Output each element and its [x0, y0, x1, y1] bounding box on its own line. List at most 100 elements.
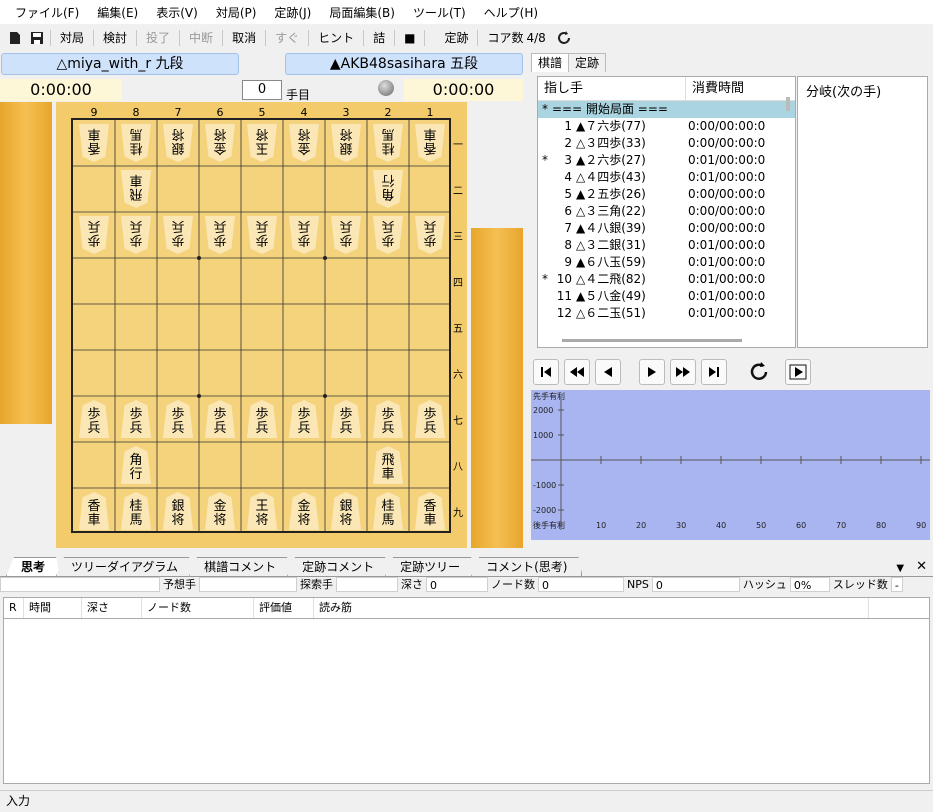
gote-piece[interactable]: 銀将	[331, 124, 361, 162]
thinking-table-body[interactable]	[3, 619, 930, 784]
refresh-icon[interactable]	[555, 29, 573, 47]
kento-button[interactable]: 検討	[96, 29, 134, 46]
sente-piece-stand[interactable]	[471, 228, 523, 548]
sente-piece[interactable]: 歩兵	[121, 400, 151, 438]
gote-piece[interactable]: 角行	[373, 170, 403, 208]
col-pv[interactable]: 読み筋	[314, 598, 869, 618]
sente-piece[interactable]: 金将	[289, 492, 319, 530]
sente-piece[interactable]: 歩兵	[331, 400, 361, 438]
kifu-row[interactable]: * 3 ▲２六歩(27) 0:01/00:00:0	[538, 152, 795, 169]
gote-piece[interactable]: 歩兵	[247, 216, 277, 254]
sente-piece[interactable]: 歩兵	[79, 400, 109, 438]
gote-piece-stand[interactable]	[0, 102, 52, 424]
kifu-header-move[interactable]: 指し手	[538, 77, 686, 100]
col-rank[interactable]: R	[4, 598, 24, 618]
tab-joseki-comment[interactable]: 定跡コメント	[287, 557, 389, 576]
mate-button[interactable]: 詰	[366, 29, 392, 46]
menu-board-edit[interactable]: 局面編集(B)	[320, 4, 404, 21]
gote-piece[interactable]: 玉将	[247, 124, 277, 162]
tab-kifu-comment[interactable]: 棋譜コメント	[189, 557, 291, 576]
gote-piece[interactable]: 歩兵	[205, 216, 235, 254]
joseki-button[interactable]: 定跡	[437, 29, 475, 46]
gote-piece[interactable]: 金将	[289, 124, 319, 162]
new-file-icon[interactable]	[6, 29, 24, 47]
sente-piece[interactable]: 桂馬	[121, 492, 151, 530]
tab-kifu[interactable]: 棋譜	[531, 53, 570, 72]
tab-comment-thinking[interactable]: コメント(思考)	[471, 557, 582, 576]
kifu-row[interactable]: * 10 △４二飛(82) 0:01/00:00:0	[538, 271, 795, 288]
tab-tree-diagram[interactable]: ツリーダイアグラム	[56, 557, 193, 576]
gote-piece[interactable]: 香車	[415, 124, 445, 162]
dropdown-icon[interactable]: ▼	[890, 563, 910, 576]
back-one-button[interactable]	[595, 359, 621, 385]
resign-button[interactable]: 投了	[139, 29, 177, 46]
sente-piece[interactable]: 王将	[247, 492, 277, 530]
sente-piece[interactable]: 香車	[415, 492, 445, 530]
sente-piece[interactable]: 金将	[205, 492, 235, 530]
gote-piece[interactable]: 歩兵	[79, 216, 109, 254]
core-count-value[interactable]: 4/8	[527, 31, 553, 45]
hint-button[interactable]: ヒント	[311, 29, 361, 46]
menu-file[interactable]: ファイル(F)	[6, 4, 88, 21]
kifu-row[interactable]: 11 ▲５八金(49) 0:01/00:00:0	[538, 288, 795, 305]
kifu-header-time[interactable]: 消費時間	[686, 77, 744, 100]
sente-piece[interactable]: 銀将	[331, 492, 361, 530]
tab-joseki-tree[interactable]: 定跡ツリー	[385, 557, 475, 576]
col-nodes[interactable]: ノード数	[142, 598, 254, 618]
col-eval[interactable]: 評価値	[254, 598, 314, 618]
menu-edit[interactable]: 編集(E)	[88, 4, 147, 21]
gote-piece[interactable]: 歩兵	[415, 216, 445, 254]
kifu-row[interactable]: 9 ▲６八玉(59) 0:01/00:00:0	[538, 254, 795, 271]
sente-piece[interactable]: 飛車	[373, 446, 403, 484]
kifu-row[interactable]: 6 △３三角(22) 0:00/00:00:0	[538, 203, 795, 220]
sente-piece[interactable]: 歩兵	[247, 400, 277, 438]
gote-piece[interactable]: 飛車	[121, 170, 151, 208]
move-now-button[interactable]: すぐ	[268, 29, 306, 46]
first-move-button[interactable]	[533, 359, 559, 385]
gote-piece[interactable]: 歩兵	[373, 216, 403, 254]
sente-piece[interactable]: 角行	[121, 446, 151, 484]
save-icon[interactable]	[28, 29, 46, 47]
kifu-row[interactable]: 1 ▲７六歩(77) 0:00/00:00:0	[538, 118, 795, 135]
gote-piece[interactable]: 銀将	[163, 124, 193, 162]
menu-view[interactable]: 表示(V)	[147, 4, 207, 21]
forward-ten-button[interactable]	[670, 359, 696, 385]
gote-piece[interactable]: 桂馬	[373, 124, 403, 162]
close-icon[interactable]: ✕	[910, 559, 933, 576]
gote-piece[interactable]: 歩兵	[121, 216, 151, 254]
sente-piece[interactable]: 歩兵	[163, 400, 193, 438]
back-ten-button[interactable]	[564, 359, 590, 385]
kifu-row[interactable]: 2 △３四歩(33) 0:00/00:00:0	[538, 135, 795, 152]
forward-one-button[interactable]	[639, 359, 665, 385]
gote-piece[interactable]: 歩兵	[163, 216, 193, 254]
kifu-list[interactable]: 指し手 消費時間 * === 開始局面 === 1 ▲７六歩(77) 0:00/00…	[537, 76, 796, 348]
gote-piece[interactable]: 歩兵	[331, 216, 361, 254]
tab-joseki[interactable]: 定跡	[568, 53, 607, 72]
menu-joseki[interactable]: 定跡(J)	[265, 4, 320, 21]
stop-button[interactable]: ■	[397, 31, 422, 45]
move-number-input[interactable]: 0	[242, 80, 282, 100]
sente-piece[interactable]: 桂馬	[373, 492, 403, 530]
sente-piece[interactable]: 歩兵	[415, 400, 445, 438]
sente-piece[interactable]: 歩兵	[373, 400, 403, 438]
gote-piece[interactable]: 桂馬	[121, 124, 151, 162]
kifu-scrollbar-thumb[interactable]	[786, 97, 790, 111]
flip-board-button[interactable]	[746, 359, 772, 385]
kifu-start-row[interactable]: * === 開始局面 ===	[538, 101, 795, 118]
branch-panel[interactable]: 分岐(次の手)	[797, 76, 928, 348]
kifu-row[interactable]: 12 △６二玉(51) 0:01/00:00:0	[538, 305, 795, 322]
undo-button[interactable]: 取消	[225, 29, 263, 46]
taikyoku-button[interactable]: 対局	[53, 29, 91, 46]
kifu-hscrollbar[interactable]	[562, 339, 742, 342]
tab-thinking[interactable]: 思考	[6, 557, 60, 576]
evaluation-graph[interactable]: 2000 1000 -1000 -2000 10 20 30 40 50 60 70 80 90 先手有…	[531, 390, 930, 540]
col-depth[interactable]: 深さ	[82, 598, 142, 618]
gote-piece[interactable]: 金将	[205, 124, 235, 162]
menu-help[interactable]: ヘルプ(H)	[475, 4, 547, 21]
menu-tools[interactable]: ツール(T)	[404, 4, 475, 21]
kifu-row[interactable]: 5 ▲２五歩(26) 0:00/00:00:0	[538, 186, 795, 203]
sente-piece[interactable]: 香車	[79, 492, 109, 530]
gote-piece[interactable]: 香車	[79, 124, 109, 162]
menu-game[interactable]: 対局(P)	[207, 4, 266, 21]
gote-piece[interactable]: 歩兵	[289, 216, 319, 254]
